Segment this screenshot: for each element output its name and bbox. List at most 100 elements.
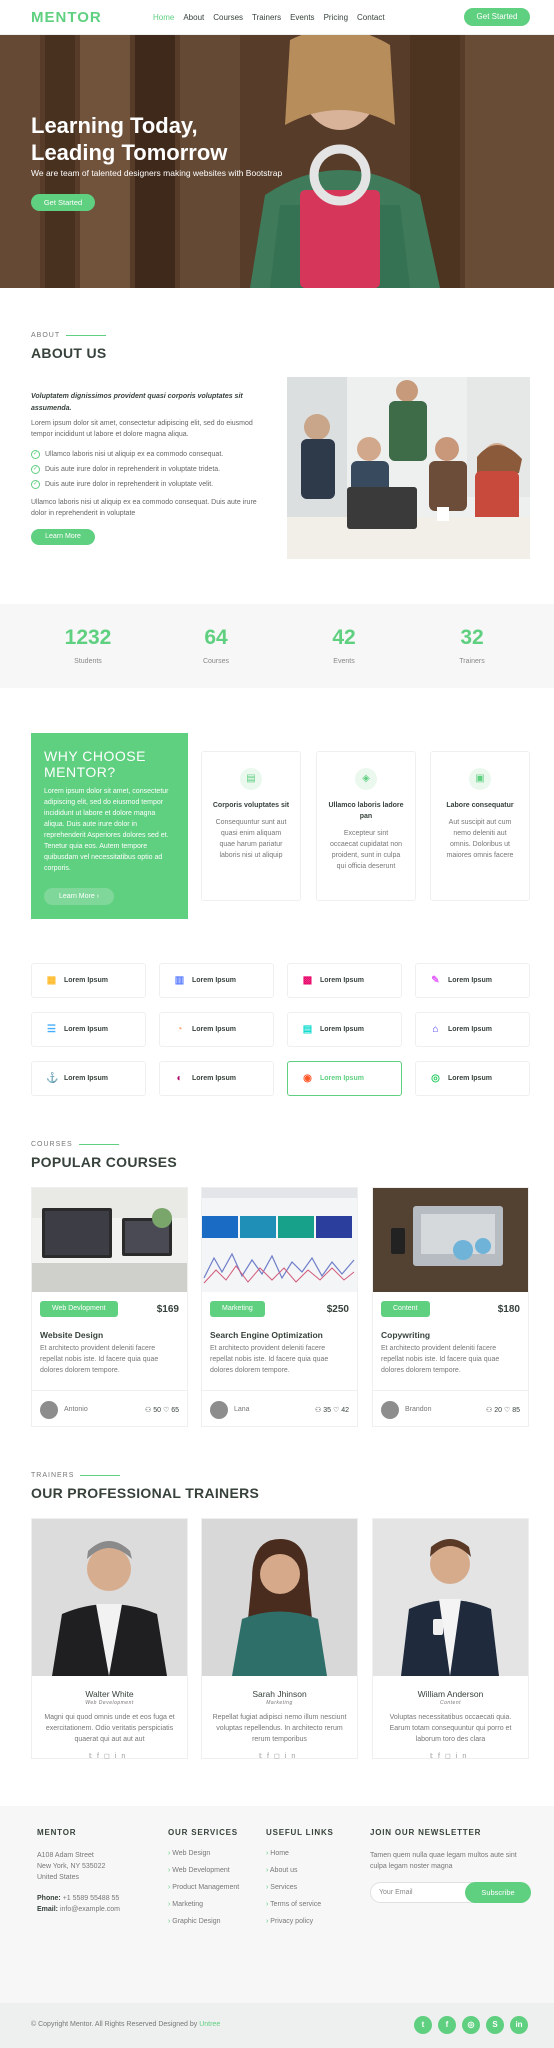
instagram-icon[interactable]: ◻	[104, 1753, 115, 1760]
linkedin-icon[interactable]: in	[115, 1753, 130, 1760]
course-likes: 42	[341, 1407, 349, 1414]
footer-link[interactable]: Home	[266, 1850, 334, 1857]
instagram-icon[interactable]: ◻	[274, 1753, 285, 1760]
footer-email: Email: info@example.com	[37, 1904, 120, 1915]
feature-label: Lorem Ipsum	[192, 1075, 236, 1082]
course-likes: 65	[171, 1407, 179, 1414]
about-learn-more-button[interactable]: Learn More	[31, 529, 95, 545]
site-footer: MENTOR A108 Adam Street New York, NY 535…	[0, 1806, 554, 2003]
count-value: 64	[204, 626, 228, 649]
nav-about[interactable]: About	[183, 13, 204, 22]
footer-link[interactable]: Web Design	[168, 1850, 239, 1857]
footer-link[interactable]: Marketing	[168, 1901, 239, 1908]
nav-contact[interactable]: Contact	[357, 13, 385, 22]
linkedin-icon[interactable]: in	[510, 2016, 528, 2034]
twitter-icon[interactable]: 𝕥	[430, 1753, 438, 1760]
twitter-icon[interactable]: t	[414, 2016, 432, 2034]
nav-home[interactable]: Home	[153, 13, 174, 22]
course-card-3[interactable]: Content $180 Copywriting Et architecto p…	[372, 1187, 529, 1427]
course-price: $250	[326, 1304, 349, 1315]
feature-label: Lorem Ipsum	[192, 1026, 236, 1033]
feature-item[interactable]: ▦ Lorem Ipsum	[31, 963, 146, 998]
feature-item[interactable]: ▥ Lorem Ipsum	[159, 963, 274, 998]
feature-item[interactable]: ◐ Lorem Ipsum	[159, 1061, 274, 1096]
footer-link[interactable]: About us	[266, 1867, 334, 1874]
paint-icon: ✎	[431, 975, 440, 986]
facebook-icon[interactable]: f	[267, 1753, 274, 1760]
feature-item[interactable]: ✎ Lorem Ipsum	[415, 963, 530, 998]
course-trainer-name[interactable]: Antonio	[64, 1406, 88, 1413]
header-get-started-button[interactable]: Get Started	[464, 8, 530, 26]
feature-item[interactable]: ◉ Lorem Ipsum	[287, 1061, 402, 1096]
avatar	[381, 1401, 399, 1419]
twitter-icon[interactable]: 𝕥	[259, 1753, 267, 1760]
course-card-2[interactable]: Marketing $250 Search Engine Optimizatio…	[201, 1187, 358, 1427]
footer-link[interactable]: Terms of service	[266, 1901, 334, 1908]
site-logo[interactable]: MENTOR	[31, 9, 102, 26]
feature-item[interactable]: ▩ Lorem Ipsum	[287, 963, 402, 998]
footer-phone: Phone: +1 5589 55488 55	[37, 1893, 120, 1904]
feature-item[interactable]: ◔ Lorem Ipsum	[159, 1012, 274, 1047]
linkedin-icon[interactable]: in	[456, 1753, 471, 1760]
linkedin-icon[interactable]: in	[285, 1753, 300, 1760]
feature-item[interactable]: ⚓ Lorem Ipsum	[31, 1061, 146, 1096]
about-check-text: Duis aute irure dolor in reprehenderit i…	[45, 481, 214, 488]
footer-link[interactable]: Product Management	[168, 1884, 239, 1891]
count-courses: 64 Courses	[166, 626, 266, 665]
skype-icon[interactable]: S	[486, 2016, 504, 2034]
instagram-icon[interactable]: ◻	[445, 1753, 456, 1760]
course-card-1[interactable]: Web Devlopment $169 Website Design Et ar…	[31, 1187, 188, 1427]
course-trainer-name[interactable]: Brandon	[405, 1406, 431, 1413]
trainer-description: Voluptas necessitatibus occaecati quia. …	[389, 1714, 512, 1743]
feature-label: Lorem Ipsum	[448, 1075, 492, 1082]
course-title[interactable]: Search Engine Optimization	[210, 1330, 323, 1340]
why-card-title: Labore consequatur	[446, 802, 514, 809]
hero-get-started-button[interactable]: Get Started	[31, 194, 95, 211]
copyright-text: © Copyright Mentor. All Rights Reserved …	[31, 2021, 198, 2028]
courses-tag: COURSES	[31, 1141, 119, 1148]
trainer-photo	[32, 1519, 187, 1676]
feature-item[interactable]: ⌂ Lorem Ipsum	[415, 1012, 530, 1047]
why-card-title: Corporis voluptates sit	[212, 802, 290, 809]
course-title[interactable]: Copywriting	[381, 1330, 430, 1340]
footer-link[interactable]: Services	[266, 1884, 334, 1891]
course-trainer-name[interactable]: Lana	[234, 1406, 250, 1413]
designer-link[interactable]: Untree	[199, 2021, 220, 2028]
feature-label: Lorem Ipsum	[448, 977, 492, 984]
footer-link[interactable]: Privacy policy	[266, 1918, 334, 1925]
footer-link[interactable]: Graphic Design	[168, 1918, 239, 1925]
newsletter-email-input[interactable]: Your Email	[379, 1889, 413, 1896]
feature-label: Lorem Ipsum	[64, 1075, 108, 1082]
trainer-card-1: Walter White Web Development Magni qui q…	[31, 1518, 188, 1760]
course-likes: 85	[512, 1407, 520, 1414]
course-title[interactable]: Website Design	[40, 1330, 103, 1340]
email-value[interactable]: info@example.com	[60, 1906, 120, 1913]
nav-events[interactable]: Events	[290, 13, 314, 22]
why-text: Lorem ipsum dolor sit amet, consectetur …	[44, 788, 169, 872]
nav-courses[interactable]: Courses	[213, 13, 243, 22]
facebook-icon[interactable]: f	[438, 1753, 445, 1760]
about-check-2: ✓ Duis aute irure dolor in reprehenderit…	[31, 465, 271, 474]
facebook-icon[interactable]: f	[97, 1753, 104, 1760]
count-trainers: 32 Trainers	[422, 626, 522, 665]
footer-newsletter-text: Tamen quem nulla quae legam multos aute …	[370, 1852, 517, 1870]
feature-label: Lorem Ipsum	[320, 1026, 364, 1033]
chart-icon: ▥	[174, 975, 185, 986]
feature-item[interactable]: ☰ Lorem Ipsum	[31, 1012, 146, 1047]
footer-link[interactable]: Web Development	[168, 1867, 239, 1874]
nav-trainers[interactable]: Trainers	[252, 13, 281, 22]
about-lead: Voluptatem dignissimos provident quasi c…	[31, 393, 243, 412]
nav-pricing[interactable]: Pricing	[324, 13, 348, 22]
why-learn-more-button[interactable]: Learn More ›	[44, 888, 114, 905]
feature-item[interactable]: ▤ Lorem Ipsum	[287, 1012, 402, 1047]
twitter-icon[interactable]: 𝕥	[89, 1753, 97, 1760]
instagram-icon[interactable]: ◎	[462, 2016, 480, 2034]
facebook-icon[interactable]: f	[438, 2016, 456, 2034]
counts-section: 1232 Students 64 Courses 42 Events 32 Tr…	[0, 604, 554, 688]
about-check-1: ✓ Ullamco laboris nisi ut aliquip ex ea …	[31, 450, 271, 459]
subscribe-button[interactable]: Subscribe	[465, 1882, 531, 1903]
images-icon: ▣	[469, 768, 491, 790]
trainer-name: Walter White	[85, 1689, 134, 1699]
hero-section: Learning Today, Leading Tomorrow We are …	[0, 35, 554, 288]
feature-item[interactable]: ◎ Lorem Ipsum	[415, 1061, 530, 1096]
